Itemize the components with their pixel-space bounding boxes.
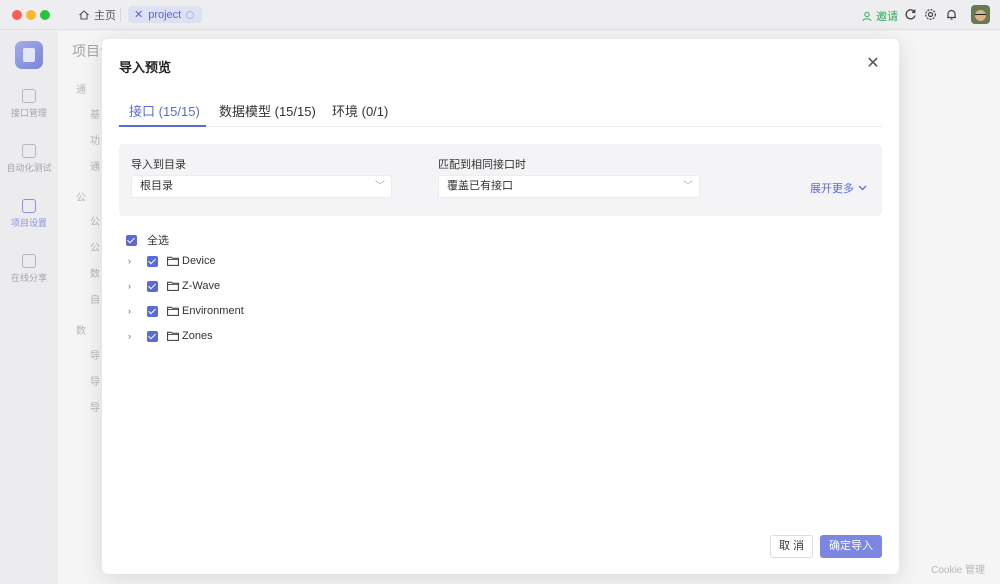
chevron-down-icon [858, 185, 867, 191]
chevron-down-icon: ﹀ [375, 176, 385, 197]
tab-data-models[interactable]: 数据模型 (15/15) [219, 101, 316, 120]
import-options-panel: 导入到目录 根目录 ﹀ 匹配到相同接口时 覆盖已有接口 ﹀ 展开更多 [119, 144, 882, 216]
folder-icon [167, 306, 179, 316]
tree-checkbox[interactable] [147, 256, 158, 267]
expand-more-label: 展开更多 [810, 180, 854, 196]
tree-item-label: Device [182, 255, 216, 267]
cancel-button[interactable]: 取 消 [770, 535, 813, 558]
select-all-label: 全选 [147, 232, 169, 248]
match-strategy-value: 覆盖已有接口 [447, 180, 513, 192]
tree-item-label: Z-Wave [182, 280, 220, 292]
target-dir-label: 导入到目录 [131, 156, 186, 172]
dialog-title: 导入预览 [119, 57, 171, 76]
tree-checkbox[interactable] [147, 331, 158, 342]
tab-apis[interactable]: 接口 (15/15) [129, 101, 200, 120]
tree-row[interactable]: › Zones [128, 328, 213, 344]
target-dir-select[interactable]: 根目录 ﹀ [131, 175, 392, 198]
match-label: 匹配到相同接口时 [438, 156, 526, 172]
tree-checkbox[interactable] [147, 281, 158, 292]
tree-row[interactable]: › Environment [128, 303, 244, 319]
chevron-right-icon[interactable]: › [128, 256, 138, 266]
tree-item-label: Environment [182, 305, 244, 317]
chevron-right-icon[interactable]: › [128, 281, 138, 291]
folder-icon [167, 281, 179, 291]
folder-icon [167, 256, 179, 266]
close-icon[interactable]: ✕ [865, 56, 881, 72]
chevron-right-icon[interactable]: › [128, 306, 138, 316]
active-tab-indicator [119, 125, 206, 127]
tab-environments[interactable]: 环境 (0/1) [332, 101, 388, 120]
select-all-row[interactable]: 全选 [126, 232, 169, 248]
expand-more-button[interactable]: 展开更多 [810, 180, 867, 196]
chevron-right-icon[interactable]: › [128, 331, 138, 341]
confirm-import-button[interactable]: 确定导入 [820, 535, 882, 558]
tree-item-label: Zones [182, 330, 213, 342]
import-tabs: 接口 (15/15) 数据模型 (15/15) 环境 (0/1) [119, 97, 882, 127]
tree-row[interactable]: › Device [128, 253, 216, 269]
select-all-checkbox[interactable] [126, 235, 137, 246]
chevron-down-icon: ﹀ [683, 176, 693, 197]
tree-row[interactable]: › Z-Wave [128, 278, 220, 294]
target-dir-value: 根目录 [140, 180, 173, 192]
match-strategy-select[interactable]: 覆盖已有接口 ﹀ [438, 175, 700, 198]
folder-icon [167, 331, 179, 341]
import-preview-dialog: 导入预览 ✕ 接口 (15/15) 数据模型 (15/15) 环境 (0/1) … [102, 39, 899, 574]
tree-checkbox[interactable] [147, 306, 158, 317]
